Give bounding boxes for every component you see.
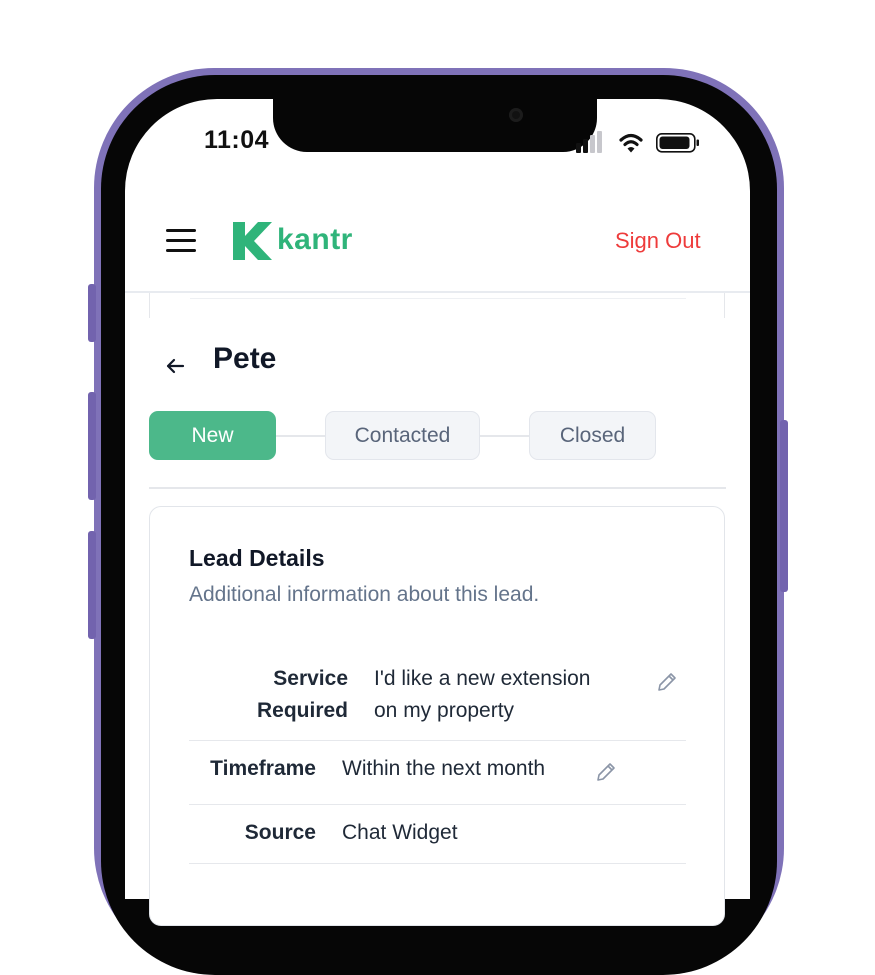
- content-edge: [149, 293, 150, 318]
- content-divider: [190, 298, 686, 299]
- field-value-line: I'd like a new extension: [374, 667, 591, 690]
- field-value-line: on my property: [374, 699, 515, 722]
- edit-pencil-icon[interactable]: [595, 761, 617, 783]
- kantr-logo-icon: [233, 222, 272, 260]
- row-divider: [189, 740, 686, 741]
- card-title: Lead Details: [189, 545, 325, 571]
- field-label-timeframe: Timeframe: [210, 757, 316, 780]
- status-icons: [576, 131, 699, 153]
- field-value-source: Chat Widget: [342, 821, 458, 844]
- volume-down-button: [88, 531, 96, 639]
- menu-icon[interactable]: [166, 229, 196, 253]
- field-label-service: Service Required: [220, 663, 348, 727]
- back-arrow-icon[interactable]: [164, 355, 186, 377]
- field-label-source: Source: [244, 821, 316, 844]
- edit-pencil-icon[interactable]: [656, 671, 678, 693]
- brand-name: kantr: [277, 223, 353, 256]
- content-edge: [724, 293, 725, 318]
- status-time: 11:04: [204, 126, 270, 154]
- field-value-timeframe: Within the next month: [342, 757, 546, 780]
- volume-up-button: [88, 392, 96, 500]
- stage-connector: [480, 435, 530, 437]
- camera: [509, 108, 523, 122]
- lead-name: Pete: [213, 342, 277, 375]
- card-subtitle: Additional information about this lead.: [189, 583, 540, 606]
- sign-out-button[interactable]: Sign Out: [615, 228, 701, 254]
- section-divider: [149, 487, 726, 489]
- stage-connector: [276, 435, 326, 437]
- field-label-line: Required: [256, 699, 348, 722]
- row-divider: [189, 863, 686, 864]
- stage-closed-button[interactable]: Closed: [529, 411, 656, 460]
- field-value-service: I'd like a new extension on my property: [374, 663, 590, 727]
- wifi-icon: [619, 133, 643, 153]
- field-label-line: Service: [273, 667, 348, 690]
- notch: [273, 90, 597, 152]
- header-divider: [125, 291, 750, 293]
- row-divider: [189, 804, 686, 805]
- stage-contacted-button[interactable]: Contacted: [325, 411, 480, 460]
- battery-icon: [656, 133, 699, 153]
- mute-switch: [88, 284, 96, 342]
- power-button: [780, 420, 788, 592]
- signal-icon: [576, 131, 602, 153]
- stage-new-button[interactable]: New: [149, 411, 276, 460]
